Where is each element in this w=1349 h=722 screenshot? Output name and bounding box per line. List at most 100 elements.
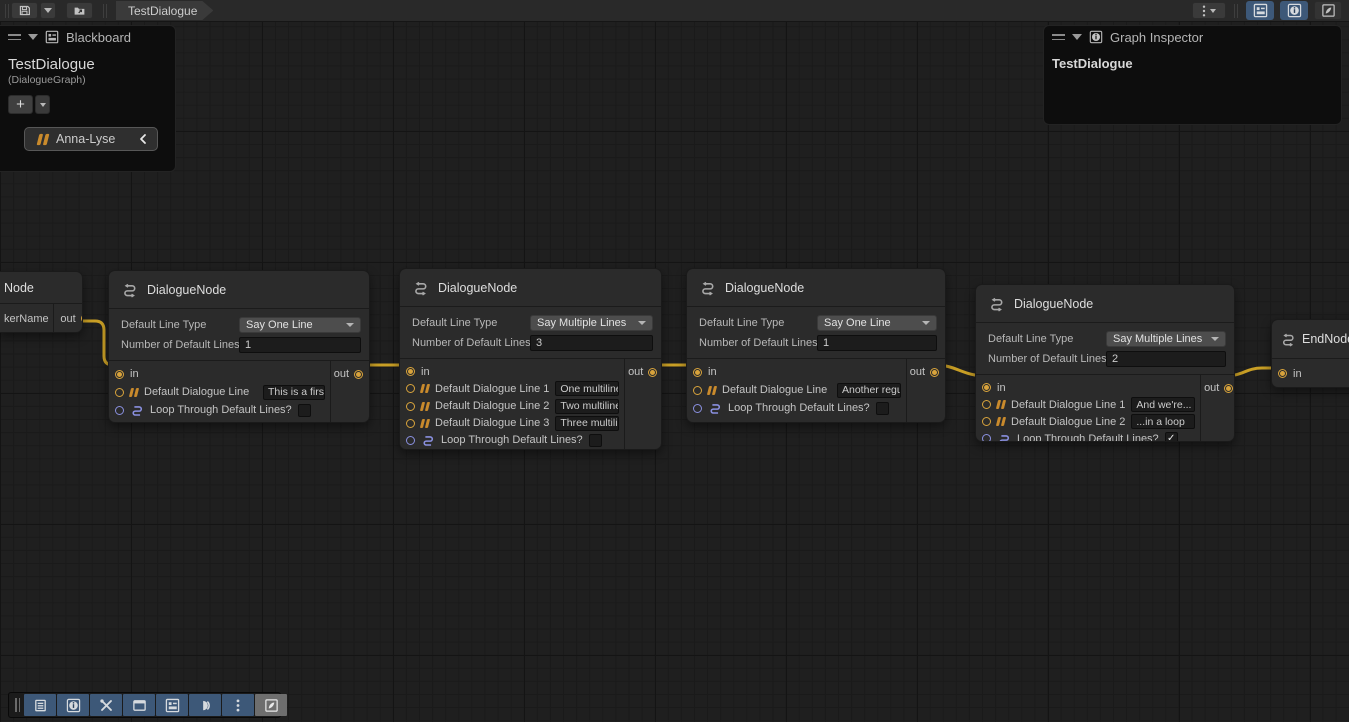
dialogue-line-field[interactable]: One multiline	[555, 381, 619, 396]
info-icon	[66, 698, 81, 713]
more-options-button[interactable]	[1192, 2, 1226, 19]
open-asset-button[interactable]	[66, 2, 93, 19]
out-port[interactable]	[1224, 384, 1233, 393]
quote-icon	[420, 419, 430, 428]
dialogue-line-port[interactable]	[406, 384, 415, 393]
loop-checkbox[interactable]	[298, 404, 311, 417]
end-node[interactable]: EndNode in	[1271, 319, 1349, 388]
window-icon	[132, 698, 147, 713]
out-port[interactable]	[81, 314, 83, 323]
dialogue-node-icon	[412, 279, 429, 296]
graph-inspector-panel[interactable]: Graph Inspector TestDialogue	[1043, 25, 1342, 125]
tools-icon	[99, 698, 114, 713]
out-port[interactable]	[354, 370, 363, 379]
number-of-default-lines-field[interactable]: 1	[239, 337, 361, 353]
more-options-button[interactable]	[222, 694, 254, 716]
info-icon	[1287, 3, 1302, 18]
dialogue-line-field[interactable]: And we're...	[1131, 397, 1195, 412]
dialogue-line-port[interactable]	[406, 402, 415, 411]
info-panel-button[interactable]	[57, 694, 89, 716]
node-title: Node	[4, 281, 34, 295]
loop-label: Loop Through Default Lines?	[150, 404, 292, 416]
start-node-partial[interactable]: Node kerName out	[0, 271, 83, 333]
dialogue-line-field[interactable]: Three multili	[555, 416, 619, 431]
default-line-type-dropdown[interactable]: Say One Line	[239, 317, 361, 333]
loop-port[interactable]	[115, 406, 124, 415]
graph-tab[interactable]: TestDialogue	[116, 1, 213, 20]
dialogue-node-1[interactable]: DialogueNode Default Line Type Say One L…	[108, 270, 370, 423]
blackboard-variable-row[interactable]: Anna-Lyse	[24, 127, 158, 151]
loop-port[interactable]	[982, 434, 991, 442]
collapse-caret-icon[interactable]	[28, 34, 38, 40]
blackboard-toggle-button[interactable]	[1246, 1, 1274, 20]
number-of-default-lines-field[interactable]: 3	[530, 335, 653, 351]
dialogue-line-port[interactable]	[115, 388, 124, 397]
default-line-type-dropdown[interactable]: Say Multiple Lines	[1106, 331, 1226, 347]
quill-icon	[264, 698, 279, 713]
blackboard-graph-title: TestDialogue	[0, 48, 175, 73]
add-variable-button[interactable]: +	[8, 95, 33, 114]
dialogue-node-icon	[699, 279, 716, 296]
in-port[interactable]	[982, 383, 991, 392]
collapse-chevron-icon[interactable]	[138, 133, 148, 145]
dialogue-line-field[interactable]: Another regu	[837, 383, 901, 398]
default-line-type-dropdown[interactable]: Say Multiple Lines	[530, 315, 653, 331]
number-of-default-lines-label: Number of Default Lines	[121, 339, 239, 351]
loop-checkbox[interactable]	[589, 434, 602, 447]
chevron-down-icon	[922, 321, 930, 325]
add-variable-caret-button[interactable]	[35, 95, 50, 114]
tools-panel-button[interactable]	[90, 694, 122, 716]
out-port-label: out	[60, 313, 75, 325]
out-port[interactable]	[930, 368, 939, 377]
inspector-toggle-button[interactable]	[1280, 1, 1308, 20]
default-line-type-label: Default Line Type	[988, 333, 1106, 345]
node-title: DialogueNode	[147, 283, 226, 297]
list-panel-button[interactable]	[24, 694, 56, 716]
dialogue-node-3[interactable]: DialogueNode Default Line Type Say One L…	[686, 268, 946, 423]
quote-icon	[129, 388, 139, 397]
profile-panel-button[interactable]	[189, 694, 221, 716]
dialogue-line-field[interactable]: Two multiline	[555, 399, 619, 414]
out-port-label: out	[1204, 382, 1219, 394]
loop-checkbox[interactable]	[876, 402, 889, 415]
blackboard-panel[interactable]: Blackboard TestDialogue (DialogueGraph) …	[0, 25, 176, 172]
dialogue-line-label: Default Dialogue Line	[722, 384, 827, 396]
loop-port[interactable]	[406, 436, 415, 445]
blackboard-panel-button[interactable]	[156, 694, 188, 716]
dialogue-line-field[interactable]: This is a first	[263, 385, 325, 400]
port-label-speakername: kerName	[4, 313, 49, 325]
loop-checkbox[interactable]: ✓	[1165, 432, 1178, 442]
drag-handle-icon[interactable]	[15, 698, 20, 712]
in-port[interactable]	[406, 367, 415, 376]
dialogue-line-port[interactable]	[406, 419, 415, 428]
dialogue-line-port[interactable]	[982, 400, 991, 409]
dialogue-line-label: Default Dialogue Line 1	[1011, 399, 1125, 411]
quill-panel-button[interactable]	[255, 694, 287, 716]
loop-port[interactable]	[693, 404, 702, 413]
in-port[interactable]	[1278, 369, 1287, 378]
number-of-default-lines-field[interactable]: 1	[817, 335, 937, 351]
save-dropdown-button[interactable]	[40, 2, 56, 19]
drag-handle-icon[interactable]	[8, 34, 21, 40]
number-of-default-lines-label: Number of Default Lines	[699, 337, 817, 349]
quote-icon	[420, 384, 430, 393]
out-port[interactable]	[648, 368, 657, 377]
quill-toggle-button[interactable]	[1314, 1, 1342, 20]
dialogue-line-port[interactable]	[982, 417, 991, 426]
open-asset-folder-icon	[73, 4, 86, 17]
save-button[interactable]	[11, 2, 38, 19]
window-panel-button[interactable]	[123, 694, 155, 716]
in-port[interactable]	[693, 368, 702, 377]
dialogue-node-4[interactable]: DialogueNode Default Line Type Say Multi…	[975, 284, 1235, 442]
dialogue-node-2[interactable]: DialogueNode Default Line Type Say Multi…	[399, 268, 662, 450]
quote-icon	[37, 133, 50, 144]
drag-handle-icon[interactable]	[1052, 34, 1065, 40]
in-port[interactable]	[115, 370, 124, 379]
dialogue-line-port[interactable]	[693, 386, 702, 395]
dialogue-line-field[interactable]: ...in a loop	[1131, 414, 1195, 429]
number-of-default-lines-field[interactable]: 2	[1106, 351, 1226, 367]
chevron-down-icon	[346, 323, 354, 327]
collapse-caret-icon[interactable]	[1072, 34, 1082, 40]
quill-icon	[1321, 3, 1336, 18]
default-line-type-dropdown[interactable]: Say One Line	[817, 315, 937, 331]
